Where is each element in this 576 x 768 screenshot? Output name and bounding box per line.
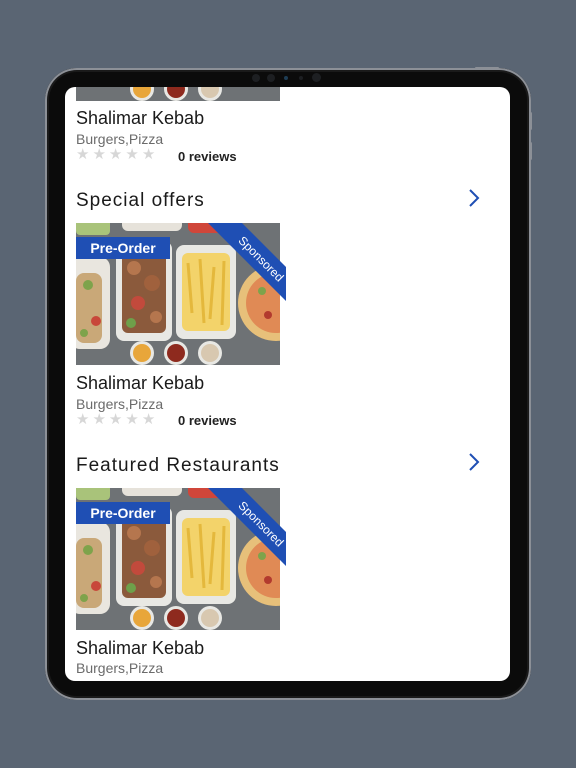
restaurant-name[interactable]: Shalimar Kebab	[76, 108, 204, 129]
section-title-special-offers: Special offers	[76, 190, 205, 211]
chevron-right-icon[interactable]	[465, 187, 483, 209]
star-icon: ★	[76, 146, 90, 163]
rating-stars: ★ ★ ★ ★ ★	[76, 412, 155, 427]
star-icon: ★	[125, 411, 139, 428]
sponsored-label: Sponsored	[206, 223, 286, 303]
rating-stars: ★ ★ ★ ★ ★	[76, 147, 155, 162]
star-icon: ★	[76, 411, 90, 428]
restaurant-categories: Burgers,Pizza	[76, 131, 164, 147]
star-icon: ★	[141, 146, 156, 163]
camera-icon	[312, 73, 321, 82]
volume-button	[529, 142, 532, 160]
star-icon: ★	[141, 411, 156, 428]
restaurant-categories: Burgers,Pizza	[76, 396, 164, 412]
star-icon: ★	[108, 146, 123, 163]
restaurant-name[interactable]: Shalimar Kebab	[76, 638, 204, 659]
star-icon: ★	[125, 146, 139, 163]
preorder-badge: Pre-Order	[76, 237, 170, 259]
restaurant-categories: Burgers,Pizza	[76, 660, 164, 676]
preorder-badge: Pre-Order	[76, 502, 170, 524]
star-icon: ★	[108, 411, 123, 428]
section-title-featured-restaurants: Featured Restaurants	[76, 455, 280, 476]
power-button	[475, 67, 499, 69]
review-count: 0 reviews	[178, 413, 237, 428]
volume-button	[529, 112, 532, 130]
sponsored-ribbon: Sponsored	[206, 488, 286, 568]
star-icon: ★	[92, 411, 106, 428]
review-count: 0 reviews	[178, 149, 237, 164]
sensor-icon	[299, 76, 303, 80]
sensor-icon	[267, 74, 275, 82]
sensor-icon	[284, 76, 288, 80]
sponsored-ribbon: Sponsored	[206, 223, 286, 303]
sponsored-label: Sponsored	[206, 488, 286, 568]
restaurant-name[interactable]: Shalimar Kebab	[76, 373, 204, 394]
restaurant-image[interactable]	[76, 87, 280, 101]
app-screen: Shalimar Kebab Burgers,Pizza ★ ★ ★ ★ ★ 0…	[65, 87, 510, 681]
sensor-icon	[252, 74, 260, 82]
star-icon: ★	[92, 146, 106, 163]
chevron-right-icon[interactable]	[465, 451, 483, 473]
